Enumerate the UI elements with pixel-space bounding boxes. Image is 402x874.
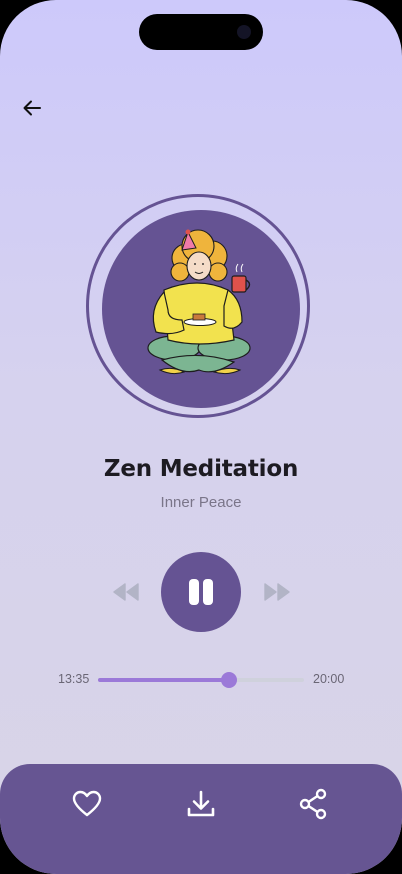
download-icon — [187, 790, 215, 817]
bottom-action-bar — [0, 764, 402, 874]
current-time: 13:35 — [58, 672, 90, 686]
dynamic-island — [139, 14, 263, 50]
total-time: 20:00 — [313, 672, 345, 686]
progress-slider[interactable] — [98, 672, 304, 688]
share-icon — [299, 788, 327, 820]
track-title: Zen Meditation — [103, 456, 299, 482]
forward-button[interactable] — [263, 580, 291, 604]
download-button[interactable] — [185, 788, 217, 820]
rewind-button[interactable] — [112, 580, 140, 604]
pause-icon — [189, 579, 213, 605]
favorite-button[interactable] — [71, 788, 103, 820]
progress-thumb[interactable] — [221, 672, 238, 688]
share-button[interactable] — [297, 788, 329, 820]
arrow-left-icon — [23, 100, 41, 116]
back-button[interactable] — [18, 94, 46, 122]
heart-icon — [72, 790, 102, 817]
meditating-person-illustration — [147, 229, 251, 375]
rewind-icon — [113, 583, 139, 601]
progress-fill — [98, 678, 230, 682]
artwork-illustration — [102, 210, 300, 408]
pause-button[interactable] — [161, 552, 241, 632]
track-subtitle: Inner Peace — [160, 494, 242, 511]
camera-icon — [237, 25, 251, 39]
phone-screen: Zen Meditation Inner Peace 13:35 20:00 — [0, 0, 402, 874]
fast-forward-icon — [264, 583, 290, 601]
